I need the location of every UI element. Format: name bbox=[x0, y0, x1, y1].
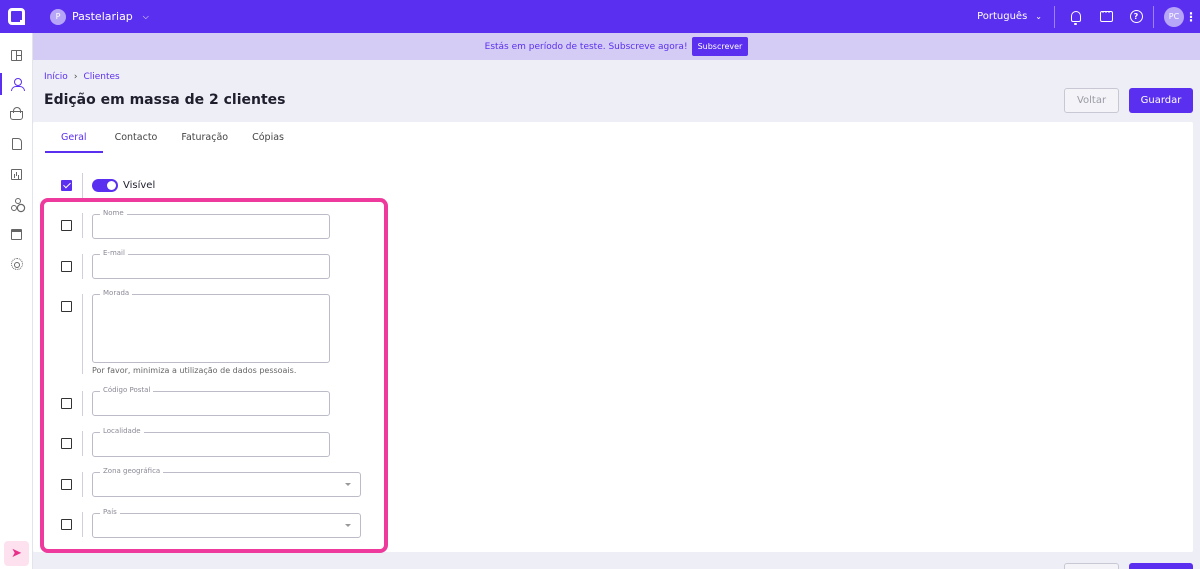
sidebar: ➤ bbox=[0, 33, 33, 569]
sidebar-item-clients[interactable] bbox=[0, 73, 33, 95]
visible-checkbox[interactable] bbox=[61, 180, 72, 191]
trial-banner-text: Estás em período de teste. Subscreve ago… bbox=[484, 41, 688, 52]
bell-icon bbox=[1071, 11, 1081, 25]
sidebar-item-settings[interactable] bbox=[0, 253, 33, 275]
localidade-label: Localidade bbox=[100, 427, 144, 435]
tab-copias[interactable]: Cópias bbox=[240, 122, 296, 153]
localidade-checkbox[interactable] bbox=[61, 438, 72, 449]
bottom-back-button[interactable] bbox=[1064, 563, 1119, 569]
tab-faturacao[interactable]: Faturação bbox=[169, 122, 240, 153]
localidade-field[interactable]: Localidade bbox=[92, 427, 330, 457]
pais-label: País bbox=[100, 508, 120, 516]
divider bbox=[82, 213, 83, 238]
language-label: Português bbox=[977, 11, 1028, 22]
basket-icon bbox=[10, 107, 23, 120]
visible-label: Visível bbox=[123, 180, 156, 191]
zona-geografica-label: Zona geográfica bbox=[100, 467, 164, 475]
divider bbox=[82, 472, 83, 497]
divider bbox=[82, 173, 83, 198]
subscribe-button[interactable]: Subscrever bbox=[691, 37, 749, 56]
zona-geografica-select[interactable]: Zona geográfica bbox=[92, 467, 361, 497]
sidebar-item-reports[interactable] bbox=[0, 163, 33, 185]
breadcrumb: Início › Clientes bbox=[44, 72, 120, 82]
codigo-postal-label: Código Postal bbox=[100, 386, 154, 394]
document-icon bbox=[11, 138, 22, 150]
tab-geral[interactable]: Geral bbox=[45, 122, 103, 153]
top-bar: P Pastelariap ⌵ Português ⌄ ? PC ⋮ bbox=[0, 0, 1200, 33]
back-button[interactable]: Voltar bbox=[1064, 88, 1119, 113]
help-icon: ? bbox=[1129, 10, 1143, 23]
sidebar-item-integrations[interactable] bbox=[0, 193, 33, 215]
divider bbox=[82, 431, 83, 456]
morada-checkbox[interactable] bbox=[61, 301, 72, 312]
bottom-save-button[interactable] bbox=[1129, 563, 1193, 569]
calendar-icon bbox=[11, 228, 22, 240]
divider bbox=[82, 391, 83, 416]
morada-textarea[interactable]: Morada bbox=[92, 289, 330, 363]
user-avatar[interactable]: PC bbox=[1164, 6, 1184, 27]
email-field[interactable]: E-mail bbox=[92, 249, 330, 279]
caret-down-icon bbox=[345, 483, 351, 486]
page-title: Edição em massa de 2 clientes bbox=[44, 92, 286, 108]
breadcrumb-clients[interactable]: Clientes bbox=[83, 72, 119, 82]
company-switcher[interactable]: P Pastelariap ⌵ bbox=[50, 8, 149, 25]
breadcrumb-home[interactable]: Início bbox=[44, 72, 68, 82]
flow-icon bbox=[10, 198, 23, 211]
highlight-frame bbox=[40, 198, 388, 553]
trial-banner: Estás em período de teste. Subscreve ago… bbox=[33, 33, 1200, 60]
messages-button[interactable] bbox=[1091, 0, 1121, 33]
chevron-down-icon: ⌵ bbox=[142, 11, 149, 21]
caret-down-icon bbox=[345, 524, 351, 527]
tab-bar: Geral Contacto Faturação Cópias bbox=[45, 122, 296, 153]
company-name: Pastelariap bbox=[72, 10, 133, 23]
app-logo-icon[interactable] bbox=[0, 0, 33, 33]
codigo-postal-checkbox[interactable] bbox=[61, 398, 72, 409]
chevron-right-icon: › bbox=[73, 72, 78, 82]
notifications-button[interactable] bbox=[1061, 0, 1091, 33]
rocket-icon[interactable]: ➤ bbox=[4, 541, 29, 566]
sidebar-item-sales[interactable] bbox=[0, 103, 33, 125]
pais-checkbox[interactable] bbox=[61, 519, 72, 530]
pais-select[interactable]: País bbox=[92, 508, 361, 538]
sidebar-item-dashboard[interactable] bbox=[0, 44, 33, 66]
codigo-postal-field[interactable]: Código Postal bbox=[92, 386, 330, 416]
company-avatar: P bbox=[50, 8, 66, 25]
divider bbox=[82, 294, 83, 374]
sidebar-item-documents[interactable] bbox=[0, 133, 33, 155]
email-label: E-mail bbox=[100, 249, 128, 257]
chevron-down-icon: ⌄ bbox=[1035, 12, 1042, 21]
morada-helper-text: Por favor, minimiza a utilização de dado… bbox=[92, 366, 297, 375]
visible-toggle[interactable] bbox=[92, 179, 118, 192]
help-button[interactable]: ? bbox=[1121, 0, 1151, 33]
nome-label: Nome bbox=[100, 209, 127, 217]
divider bbox=[1153, 5, 1154, 28]
morada-label: Morada bbox=[100, 289, 133, 297]
more-options-icon[interactable]: ⋮ bbox=[1184, 10, 1198, 24]
divider bbox=[82, 254, 83, 279]
tab-contacto[interactable]: Contacto bbox=[103, 122, 170, 153]
language-selector[interactable]: Português ⌄ bbox=[977, 5, 1055, 28]
gear-icon bbox=[10, 258, 23, 270]
user-icon bbox=[10, 78, 25, 91]
zona-geografica-checkbox[interactable] bbox=[61, 479, 72, 490]
divider bbox=[82, 512, 83, 537]
chart-icon bbox=[11, 168, 22, 180]
dashboard-icon bbox=[11, 49, 22, 61]
email-checkbox[interactable] bbox=[61, 261, 72, 272]
chat-icon bbox=[1099, 6, 1113, 22]
sidebar-item-calendar[interactable] bbox=[0, 223, 33, 245]
save-button[interactable]: Guardar bbox=[1129, 88, 1193, 113]
nome-checkbox[interactable] bbox=[61, 220, 72, 231]
nome-field[interactable]: Nome bbox=[92, 209, 330, 239]
